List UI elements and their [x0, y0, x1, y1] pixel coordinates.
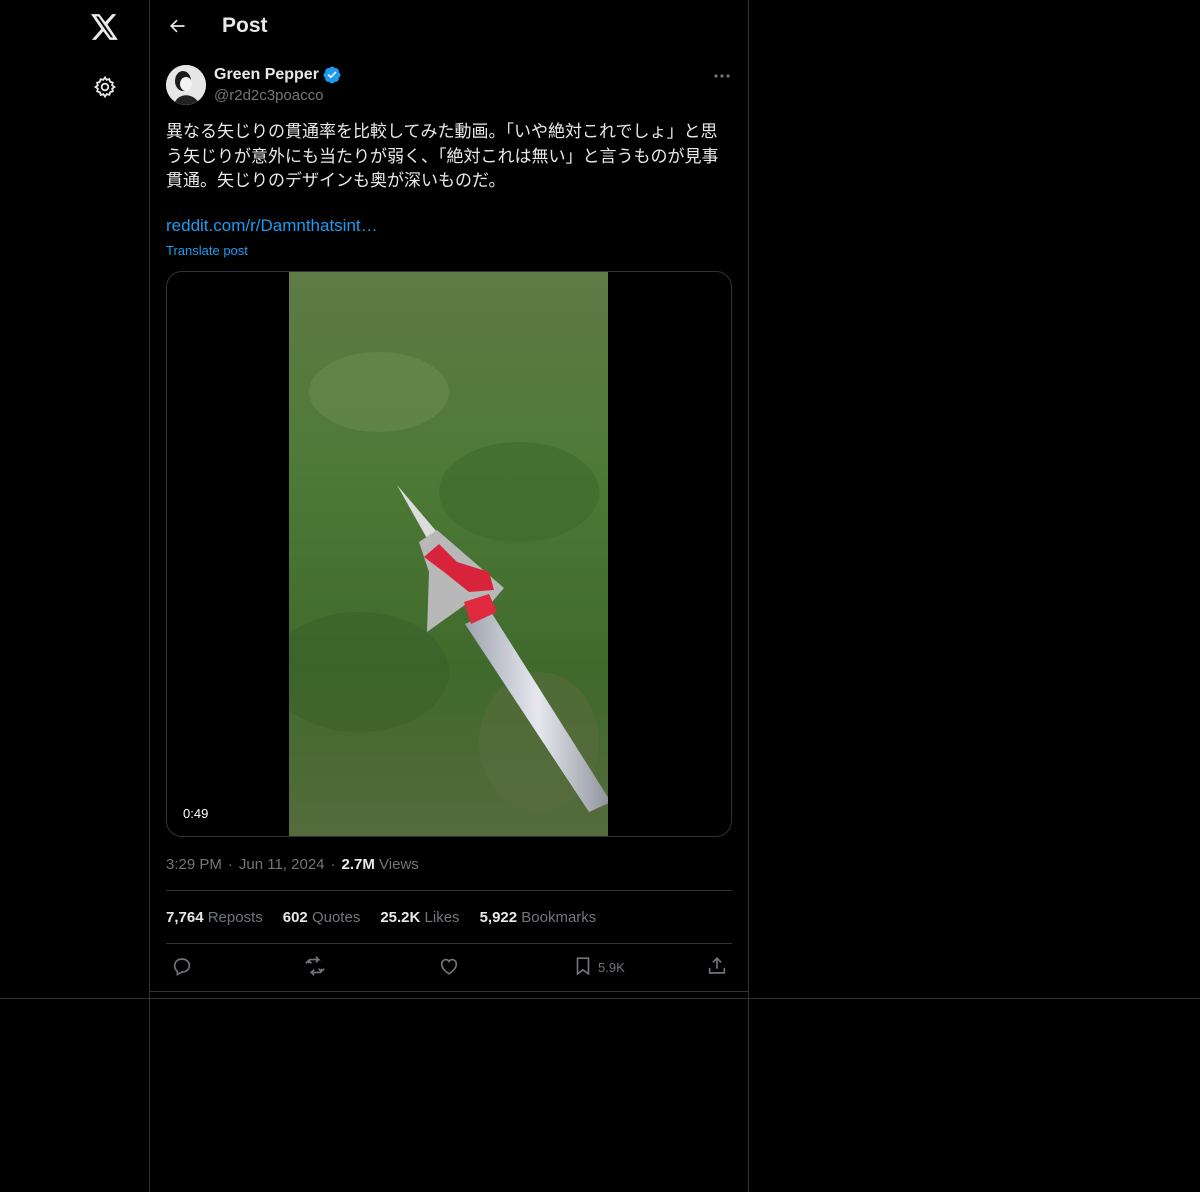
- post-text: 異なる矢じりの貫通率を比較してみた動画。「いや絶対これでしょ」と思う矢じりが意外…: [166, 122, 719, 191]
- verified-badge-icon[interactable]: [323, 66, 341, 84]
- likes-label: Likes: [424, 909, 460, 926]
- author-name[interactable]: Green Pepper: [214, 66, 319, 84]
- reply-icon: [171, 955, 193, 980]
- post-meta: 3:29 PM · Jun 11, 2024 · 2.7M Views: [166, 856, 419, 873]
- like-button[interactable]: [438, 955, 460, 979]
- repost-icon: [304, 955, 326, 980]
- quotes-label: Quotes: [311, 909, 361, 926]
- reposts-stat[interactable]: 7,764 Reposts: [166, 909, 263, 926]
- back-arrow-icon[interactable]: [166, 15, 188, 37]
- reply-button[interactable]: [171, 955, 193, 979]
- divider: [166, 890, 732, 891]
- meta-separator: ·: [330, 856, 336, 873]
- column-divider-left: [149, 0, 150, 1192]
- translate-post-link[interactable]: Translate post: [166, 243, 248, 258]
- more-icon[interactable]: [712, 66, 732, 86]
- page-header: Post: [150, 0, 748, 54]
- bookmark-button[interactable]: 5.9K: [572, 955, 625, 979]
- divider: [150, 991, 748, 992]
- repost-button[interactable]: [304, 955, 326, 979]
- heart-icon: [438, 955, 460, 980]
- horizontal-divider: [0, 998, 1200, 999]
- likes-count: 25.2K: [380, 909, 421, 926]
- bookmarks-count: 5,922: [479, 909, 518, 926]
- bookmark-icon: [572, 955, 594, 980]
- video-frame[interactable]: [289, 272, 608, 836]
- column-divider-right: [748, 0, 749, 1192]
- share-button[interactable]: [706, 955, 728, 979]
- bookmarks-stat[interactable]: 5,922 Bookmarks: [480, 909, 597, 926]
- bookmarks-label: Bookmarks: [521, 909, 597, 926]
- post-stats: 7,764 Reposts 602 Quotes 25.2K Likes 5,9…: [166, 909, 596, 926]
- share-icon: [706, 955, 728, 980]
- quotes-stat[interactable]: 602 Quotes: [283, 909, 361, 926]
- avatar[interactable]: [166, 65, 206, 105]
- views: 2.7M Views: [342, 856, 419, 873]
- divider: [166, 943, 732, 944]
- reposts-label: Reposts: [207, 909, 263, 926]
- bookmark-count: 5.9K: [598, 959, 625, 975]
- likes-stat[interactable]: 25.2K Likes: [380, 909, 459, 926]
- views-label: Views: [379, 856, 419, 873]
- post-time[interactable]: 3:29 PM: [166, 856, 222, 873]
- post-date[interactable]: Jun 11, 2024: [239, 856, 325, 873]
- reposts-count: 7,764: [166, 909, 204, 926]
- author-handle[interactable]: @r2d2c3poacco: [214, 87, 323, 104]
- post-link[interactable]: reddit.com/r/Damnthatsint…: [166, 216, 378, 236]
- quotes-count: 602: [282, 909, 308, 926]
- x-logo-icon[interactable]: [89, 11, 121, 43]
- left-nav: [0, 0, 149, 1192]
- gear-icon[interactable]: [92, 74, 118, 100]
- author-row: Green Pepper: [214, 66, 341, 84]
- meta-separator: ·: [227, 856, 233, 873]
- views-count: 2.7M: [341, 856, 375, 873]
- action-bar: 5.9K: [166, 955, 732, 981]
- page-title: Post: [222, 14, 268, 37]
- video-player[interactable]: 0:49: [166, 271, 732, 837]
- video-duration: 0:49: [177, 804, 215, 823]
